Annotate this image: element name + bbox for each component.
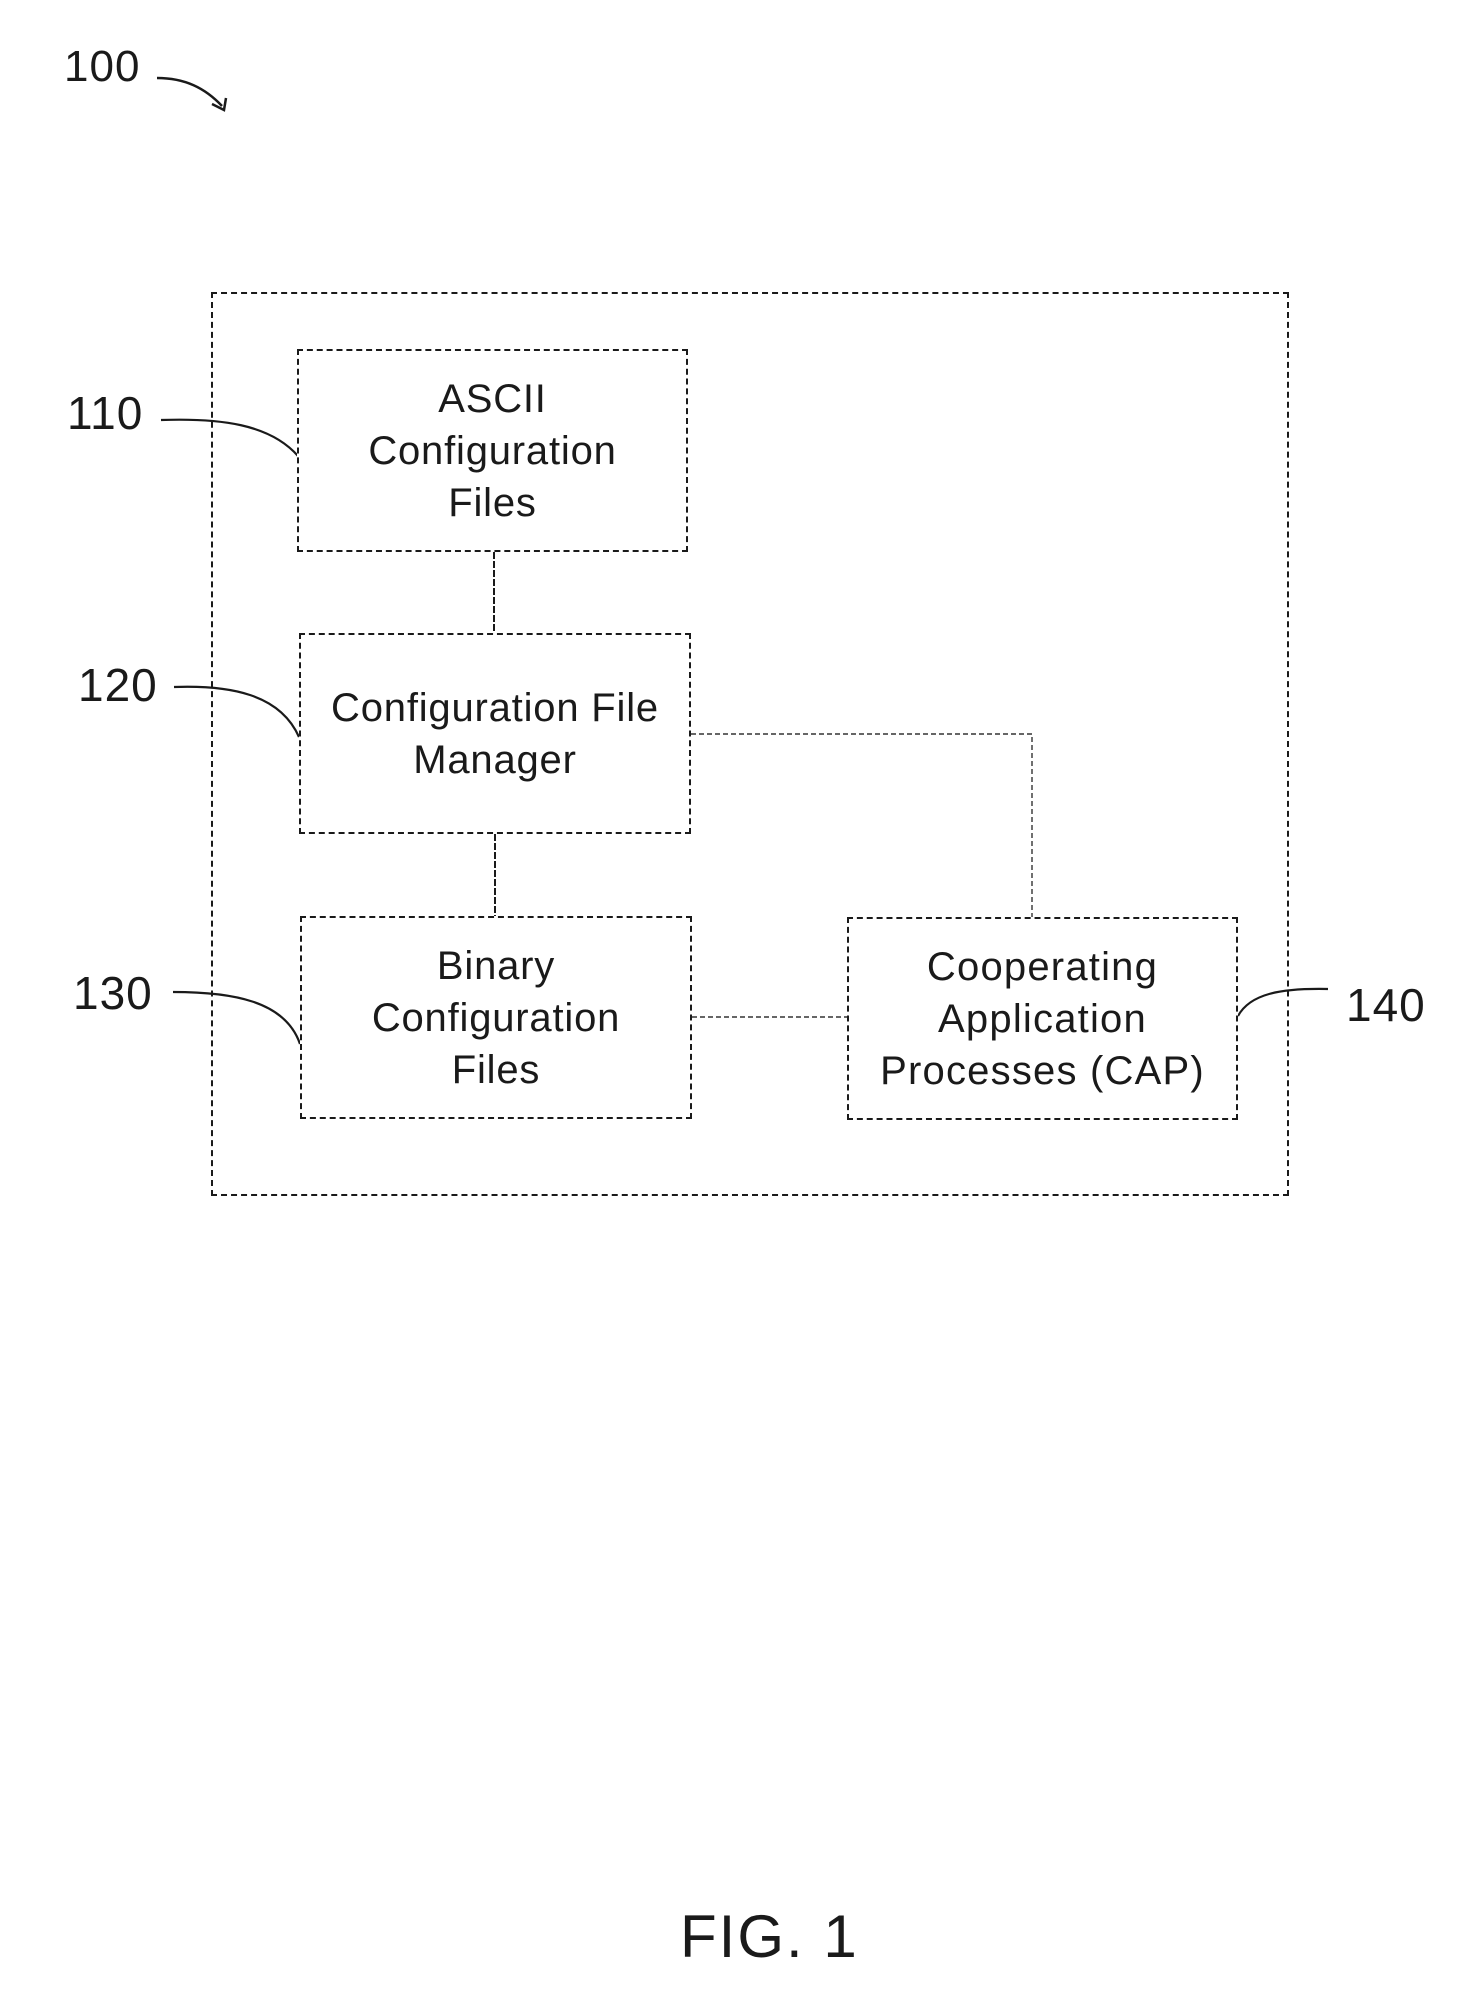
block-ascii-configuration-files: ASCII Configuration Files: [297, 349, 688, 552]
block-binary-configuration-files: Binary Configuration Files: [300, 916, 692, 1119]
block-label: ASCII Configuration Files: [368, 376, 617, 525]
block-cooperating-application-processes: Cooperating Application Processes (CAP): [847, 917, 1238, 1120]
block-configuration-file-manager: Configuration File Manager: [299, 633, 691, 834]
ref-label-140: 140: [1346, 979, 1426, 1031]
ref-label-120: 120: [78, 659, 158, 711]
block-label: Cooperating Application Processes (CAP): [880, 944, 1205, 1093]
figure-caption: FIG. 1: [680, 1903, 859, 1970]
system-ref-label: 100: [64, 42, 141, 91]
ref-label-130: 130: [73, 967, 153, 1019]
ref-label-110: 110: [67, 387, 144, 439]
block-label: Binary Configuration Files: [371, 943, 621, 1092]
block-label: Configuration File Manager: [331, 685, 659, 782]
system-ref-arrow: [156, 76, 223, 107]
